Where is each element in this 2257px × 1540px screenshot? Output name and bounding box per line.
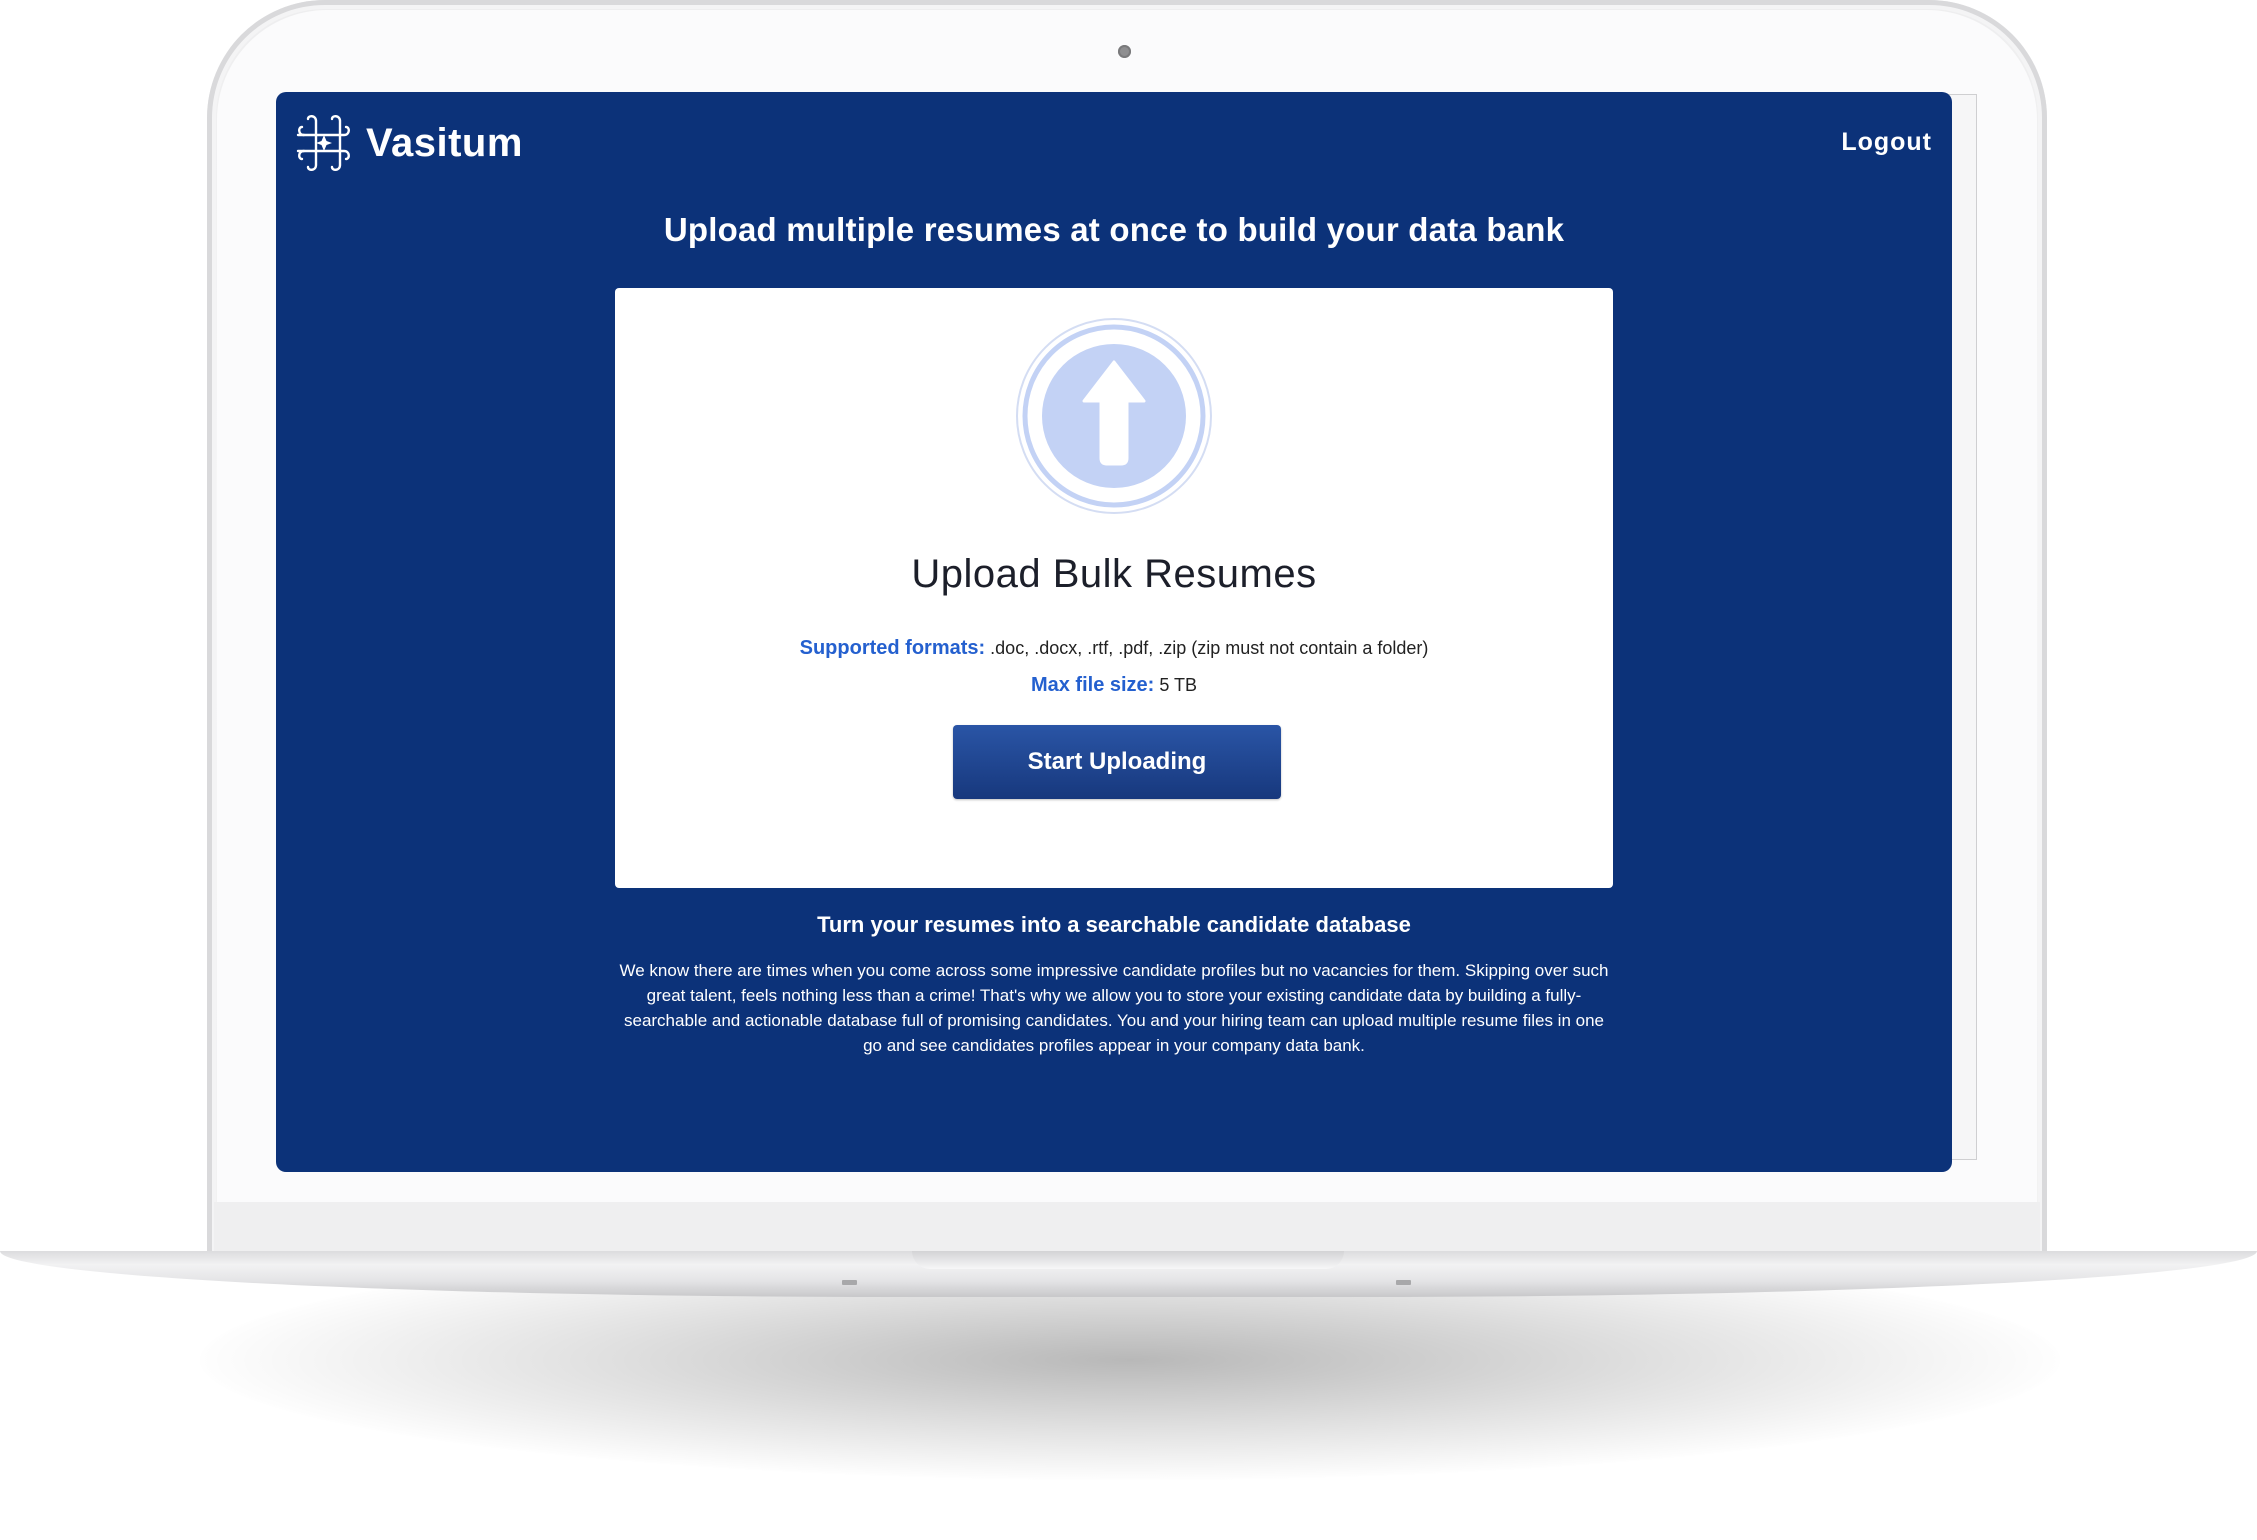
upload-arrow-icon[interactable] [1014,316,1214,516]
page-headline: Upload multiple resumes at once to build… [663,211,1565,248]
webcam-icon [1118,45,1131,58]
app-screen: Vasitum Logout Upload multiple resumes a… [276,92,1952,1172]
brand-name: Vasitum [366,120,523,165]
max-file-size: Max file size: 5 TB [615,674,1613,697]
laptop-mockup: Vasitum Logout Upload multiple resumes a… [0,0,2257,1540]
max-file-size-value: 5 TB [1154,675,1198,695]
brand-logo[interactable]: Vasitum [294,112,523,174]
supported-formats-value: .doc, .docx, .rtf, .pdf, .zip (zip must … [985,638,1429,658]
supported-formats: Supported formats: .doc, .docx, .rtf, .p… [615,637,1613,660]
vasitum-logo-icon [296,115,350,171]
upload-card: Upload Bulk Resumes Supported formats: .… [615,288,1613,888]
info-title: Turn your resumes into a searchable cand… [817,912,1411,937]
info-description: We know there are times when you come ac… [619,961,1609,1055]
logout-link[interactable]: Logout [1841,128,1932,157]
max-file-size-label: Max file size: [1030,674,1155,696]
upload-card-title: Upload Bulk Resumes [911,552,1317,596]
laptop-foot-right [1396,1280,1411,1285]
laptop-base-notch [912,1251,1344,1269]
laptop-bezel-bottom [214,1202,2040,1254]
start-uploading-button[interactable]: Start Uploading [953,725,1281,799]
laptop-foot-left [842,1280,857,1285]
supported-formats-label: Supported formats: [799,637,986,659]
